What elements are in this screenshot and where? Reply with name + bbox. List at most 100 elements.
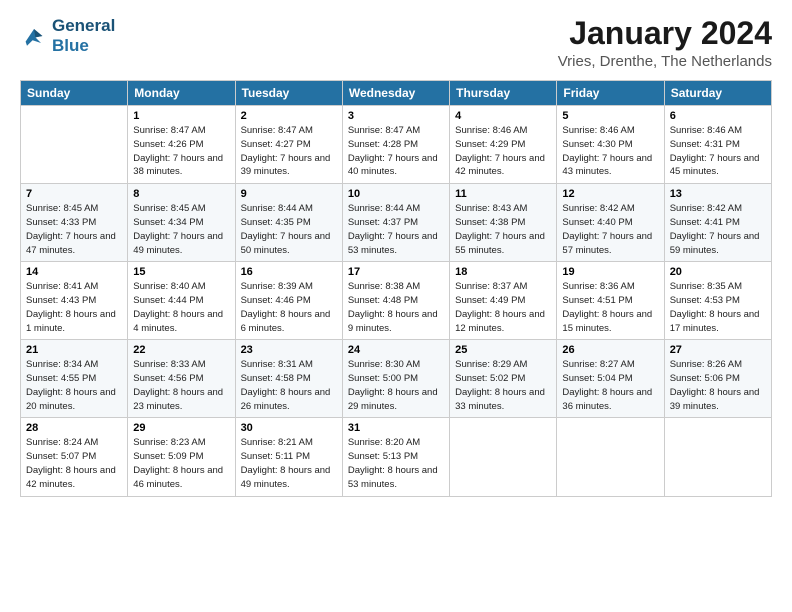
daylight: Daylight: 8 hours and 42 minutes. xyxy=(26,465,116,490)
day-number: 26 xyxy=(562,344,658,356)
day-info: Sunrise: 8:33 AM Sunset: 4:56 PM Dayligh… xyxy=(133,358,229,413)
sunset: Sunset: 4:28 PM xyxy=(348,139,418,150)
daylight: Daylight: 7 hours and 50 minutes. xyxy=(241,231,331,256)
sunrise: Sunrise: 8:40 AM xyxy=(133,281,205,292)
table-row: 18 Sunrise: 8:37 AM Sunset: 4:49 PM Dayl… xyxy=(450,262,557,340)
day-number: 10 xyxy=(348,188,444,200)
table-row: 21 Sunrise: 8:34 AM Sunset: 4:55 PM Dayl… xyxy=(21,340,128,418)
table-row: 30 Sunrise: 8:21 AM Sunset: 5:11 PM Dayl… xyxy=(235,418,342,496)
daylight: Daylight: 8 hours and 29 minutes. xyxy=(348,387,438,412)
day-number: 15 xyxy=(133,266,229,278)
daylight: Daylight: 8 hours and 15 minutes. xyxy=(562,309,652,334)
day-info: Sunrise: 8:45 AM Sunset: 4:33 PM Dayligh… xyxy=(26,202,122,257)
day-number: 11 xyxy=(455,188,551,200)
daylight: Daylight: 7 hours and 59 minutes. xyxy=(670,231,760,256)
page: General Blue January 2024 Vries, Drenthe… xyxy=(0,0,792,507)
day-info: Sunrise: 8:40 AM Sunset: 4:44 PM Dayligh… xyxy=(133,280,229,335)
day-info: Sunrise: 8:27 AM Sunset: 5:04 PM Dayligh… xyxy=(562,358,658,413)
daylight: Daylight: 8 hours and 49 minutes. xyxy=(241,465,331,490)
sunset: Sunset: 5:02 PM xyxy=(455,373,525,384)
day-number: 30 xyxy=(241,422,337,434)
day-info: Sunrise: 8:42 AM Sunset: 4:41 PM Dayligh… xyxy=(670,202,766,257)
table-row: 3 Sunrise: 8:47 AM Sunset: 4:28 PM Dayli… xyxy=(342,106,449,184)
day-info: Sunrise: 8:29 AM Sunset: 5:02 PM Dayligh… xyxy=(455,358,551,413)
day-info: Sunrise: 8:46 AM Sunset: 4:29 PM Dayligh… xyxy=(455,124,551,179)
table-row xyxy=(21,106,128,184)
sunrise: Sunrise: 8:47 AM xyxy=(133,125,205,136)
day-number: 1 xyxy=(133,110,229,122)
day-info: Sunrise: 8:34 AM Sunset: 4:55 PM Dayligh… xyxy=(26,358,122,413)
sunset: Sunset: 5:09 PM xyxy=(133,451,203,462)
day-info: Sunrise: 8:36 AM Sunset: 4:51 PM Dayligh… xyxy=(562,280,658,335)
title-area: January 2024 Vries, Drenthe, The Netherl… xyxy=(558,16,772,70)
daylight: Daylight: 7 hours and 39 minutes. xyxy=(241,153,331,178)
day-info: Sunrise: 8:30 AM Sunset: 5:00 PM Dayligh… xyxy=(348,358,444,413)
table-row: 29 Sunrise: 8:23 AM Sunset: 5:09 PM Dayl… xyxy=(128,418,235,496)
day-info: Sunrise: 8:44 AM Sunset: 4:35 PM Dayligh… xyxy=(241,202,337,257)
table-row: 28 Sunrise: 8:24 AM Sunset: 5:07 PM Dayl… xyxy=(21,418,128,496)
day-info: Sunrise: 8:26 AM Sunset: 5:06 PM Dayligh… xyxy=(670,358,766,413)
day-info: Sunrise: 8:45 AM Sunset: 4:34 PM Dayligh… xyxy=(133,202,229,257)
sunset: Sunset: 4:30 PM xyxy=(562,139,632,150)
table-row: 23 Sunrise: 8:31 AM Sunset: 4:58 PM Dayl… xyxy=(235,340,342,418)
sunrise: Sunrise: 8:35 AM xyxy=(670,281,742,292)
sunrise: Sunrise: 8:45 AM xyxy=(133,203,205,214)
table-row: 11 Sunrise: 8:43 AM Sunset: 4:38 PM Dayl… xyxy=(450,184,557,262)
daylight: Daylight: 7 hours and 55 minutes. xyxy=(455,231,545,256)
day-info: Sunrise: 8:20 AM Sunset: 5:13 PM Dayligh… xyxy=(348,436,444,491)
daylight: Daylight: 8 hours and 53 minutes. xyxy=(348,465,438,490)
day-info: Sunrise: 8:24 AM Sunset: 5:07 PM Dayligh… xyxy=(26,436,122,491)
sunset: Sunset: 4:43 PM xyxy=(26,295,96,306)
sunset: Sunset: 4:51 PM xyxy=(562,295,632,306)
col-header-sunday: Sunday xyxy=(21,81,128,106)
header: General Blue January 2024 Vries, Drenthe… xyxy=(20,16,772,70)
month-title: January 2024 xyxy=(558,16,772,51)
day-number: 19 xyxy=(562,266,658,278)
day-info: Sunrise: 8:46 AM Sunset: 4:30 PM Dayligh… xyxy=(562,124,658,179)
day-info: Sunrise: 8:41 AM Sunset: 4:43 PM Dayligh… xyxy=(26,280,122,335)
day-number: 13 xyxy=(670,188,766,200)
daylight: Daylight: 7 hours and 49 minutes. xyxy=(133,231,223,256)
logo-icon xyxy=(20,22,48,50)
sunrise: Sunrise: 8:36 AM xyxy=(562,281,634,292)
table-row: 9 Sunrise: 8:44 AM Sunset: 4:35 PM Dayli… xyxy=(235,184,342,262)
day-number: 21 xyxy=(26,344,122,356)
daylight: Daylight: 8 hours and 1 minute. xyxy=(26,309,116,334)
day-info: Sunrise: 8:23 AM Sunset: 5:09 PM Dayligh… xyxy=(133,436,229,491)
table-row: 16 Sunrise: 8:39 AM Sunset: 4:46 PM Dayl… xyxy=(235,262,342,340)
sunrise: Sunrise: 8:44 AM xyxy=(241,203,313,214)
sunset: Sunset: 4:46 PM xyxy=(241,295,311,306)
day-info: Sunrise: 8:39 AM Sunset: 4:46 PM Dayligh… xyxy=(241,280,337,335)
sunset: Sunset: 4:31 PM xyxy=(670,139,740,150)
sunset: Sunset: 5:13 PM xyxy=(348,451,418,462)
sunset: Sunset: 4:53 PM xyxy=(670,295,740,306)
daylight: Daylight: 8 hours and 33 minutes. xyxy=(455,387,545,412)
sunrise: Sunrise: 8:45 AM xyxy=(26,203,98,214)
sunrise: Sunrise: 8:37 AM xyxy=(455,281,527,292)
calendar-week-row: 21 Sunrise: 8:34 AM Sunset: 4:55 PM Dayl… xyxy=(21,340,772,418)
sunrise: Sunrise: 8:46 AM xyxy=(455,125,527,136)
sunset: Sunset: 4:40 PM xyxy=(562,217,632,228)
table-row: 4 Sunrise: 8:46 AM Sunset: 4:29 PM Dayli… xyxy=(450,106,557,184)
daylight: Daylight: 7 hours and 38 minutes. xyxy=(133,153,223,178)
daylight: Daylight: 7 hours and 42 minutes. xyxy=(455,153,545,178)
sunset: Sunset: 4:48 PM xyxy=(348,295,418,306)
table-row: 27 Sunrise: 8:26 AM Sunset: 5:06 PM Dayl… xyxy=(664,340,771,418)
col-header-thursday: Thursday xyxy=(450,81,557,106)
day-number: 2 xyxy=(241,110,337,122)
daylight: Daylight: 8 hours and 39 minutes. xyxy=(670,387,760,412)
table-row: 24 Sunrise: 8:30 AM Sunset: 5:00 PM Dayl… xyxy=(342,340,449,418)
table-row: 22 Sunrise: 8:33 AM Sunset: 4:56 PM Dayl… xyxy=(128,340,235,418)
day-number: 12 xyxy=(562,188,658,200)
table-row: 19 Sunrise: 8:36 AM Sunset: 4:51 PM Dayl… xyxy=(557,262,664,340)
sunrise: Sunrise: 8:30 AM xyxy=(348,359,420,370)
sunrise: Sunrise: 8:47 AM xyxy=(241,125,313,136)
table-row: 10 Sunrise: 8:44 AM Sunset: 4:37 PM Dayl… xyxy=(342,184,449,262)
table-row xyxy=(557,418,664,496)
sunrise: Sunrise: 8:42 AM xyxy=(670,203,742,214)
day-number: 24 xyxy=(348,344,444,356)
sunset: Sunset: 4:41 PM xyxy=(670,217,740,228)
daylight: Daylight: 7 hours and 45 minutes. xyxy=(670,153,760,178)
sunrise: Sunrise: 8:31 AM xyxy=(241,359,313,370)
day-number: 20 xyxy=(670,266,766,278)
